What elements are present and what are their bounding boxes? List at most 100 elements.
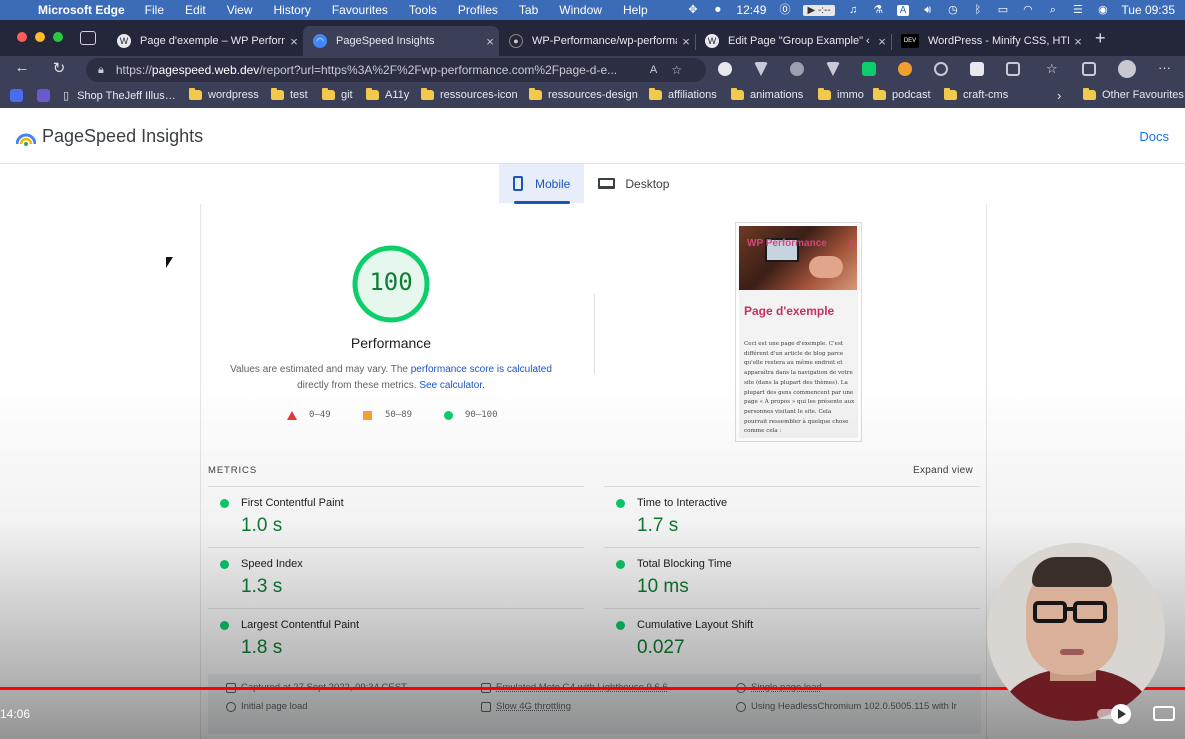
- play-button[interactable]: [1111, 704, 1131, 724]
- presenter-hair: [1032, 557, 1112, 587]
- chevron-right-icon[interactable]: ›: [1057, 88, 1061, 103]
- menubar-clock[interactable]: 12:49: [736, 3, 766, 17]
- collections-icon[interactable]: [1082, 62, 1096, 76]
- bookmark-other-favourites[interactable]: Other Favourites: [1083, 88, 1184, 101]
- extension-react-icon[interactable]: [934, 62, 948, 76]
- bluetooth-icon[interactable]: ᛒ: [971, 4, 984, 16]
- extension-pagespeed-icon[interactable]: [718, 62, 732, 76]
- wifi-icon[interactable]: ◠: [1021, 4, 1034, 16]
- favourites-icon[interactable]: ☆: [1046, 62, 1060, 76]
- close-tab-icon[interactable]: ×: [873, 34, 891, 49]
- status-icon[interactable]: ✥: [686, 4, 699, 16]
- tab-github-wp-performance[interactable]: ● WP-Performance/wp-performa… ×: [499, 26, 695, 56]
- menu-favourites[interactable]: Favourites: [332, 3, 388, 17]
- record-icon[interactable]: ⏺: [711, 4, 724, 16]
- menu-view[interactable]: View: [227, 3, 253, 17]
- flask-icon[interactable]: ⚗: [872, 4, 885, 16]
- bookmark-folder-immo[interactable]: immo: [818, 88, 864, 101]
- extension-cat-icon[interactable]: [898, 62, 912, 76]
- bookmark-folder-podcast[interactable]: podcast: [873, 88, 931, 101]
- search-icon[interactable]: ⌕: [1046, 4, 1059, 16]
- bookmark-shop[interactable]: ▯ Shop TheJeff Illus…: [63, 89, 176, 103]
- bookmark-folder-test[interactable]: test: [271, 88, 308, 101]
- pass-circle-icon: [220, 560, 229, 569]
- time-machine-icon[interactable]: ◷: [946, 4, 959, 16]
- extension-vue-devtools-icon[interactable]: [826, 62, 840, 76]
- extension-fox-icon[interactable]: [790, 62, 804, 76]
- final-screenshot[interactable]: WP Performance ≡ Page d'exemple Ceci est…: [735, 222, 862, 442]
- extension-vue-icon[interactable]: [754, 62, 768, 76]
- close-tab-icon[interactable]: ×: [1069, 34, 1087, 49]
- menu-tools[interactable]: Tools: [409, 3, 437, 17]
- tab-dev-minify[interactable]: DEV WordPress - Minify CSS, HTML… ×: [891, 26, 1087, 56]
- lock-icon[interactable]: 🔒︎: [98, 64, 104, 77]
- bookmark-label: A11y: [385, 89, 410, 101]
- bookmark-folder-craft-cms[interactable]: craft-cms: [944, 88, 1008, 101]
- bookmark-folder-animations[interactable]: animations: [731, 88, 803, 101]
- tab-actions-icon[interactable]: [80, 31, 96, 45]
- zoom-window-button[interactable]: [53, 32, 63, 42]
- performance-score-link[interactable]: performance score is calculated: [411, 364, 552, 375]
- bookmark-folder-ressources-icon[interactable]: ressources-icon: [421, 88, 518, 101]
- folder-icon: [818, 88, 831, 100]
- performance-score: 100: [369, 268, 413, 296]
- menu-profiles[interactable]: Profiles: [458, 3, 498, 17]
- music-icon[interactable]: ♫: [847, 4, 860, 16]
- tab-pagespeed-insights[interactable]: ◠ PageSpeed Insights ×: [303, 26, 499, 56]
- captions-icon[interactable]: [1153, 706, 1175, 721]
- metric-name: Time to Interactive: [637, 497, 728, 509]
- bookmark-app-1[interactable]: [10, 89, 23, 102]
- menu-tab[interactable]: Tab: [519, 3, 538, 17]
- app-name-menu[interactable]: Microsoft Edge: [38, 3, 125, 17]
- bookmark-app-2[interactable]: [37, 89, 50, 102]
- menu-edit[interactable]: Edit: [185, 3, 206, 17]
- close-tab-icon[interactable]: ×: [285, 34, 303, 49]
- tab-edit-page[interactable]: W Edit Page "Group Example" ‹ n… ×: [695, 26, 891, 56]
- docs-link[interactable]: Docs: [1139, 129, 1169, 144]
- media-time[interactable]: ▶ -:--: [803, 4, 835, 16]
- close-tab-icon[interactable]: ×: [677, 34, 695, 49]
- minimize-window-button[interactable]: [35, 32, 45, 42]
- new-tab-icon[interactable]: +: [1095, 28, 1106, 49]
- tab-mobile[interactable]: Mobile: [499, 164, 585, 204]
- bookmark-folder-a11y[interactable]: A11y: [366, 88, 410, 101]
- input-source[interactable]: A: [896, 4, 910, 16]
- runtime-settings: Captured at 27 Sept 2022, 09:34 CEST Emu…: [208, 674, 981, 734]
- profile-avatar[interactable]: [1118, 60, 1136, 78]
- menu-history[interactable]: History: [274, 3, 311, 17]
- more-menu-icon[interactable]: ···: [1158, 61, 1172, 76]
- bookmark-label: git: [341, 89, 353, 101]
- bookmark-folder-wordpress[interactable]: wordpress: [189, 88, 259, 101]
- vpn-icon[interactable]: ⓪: [778, 4, 791, 16]
- close-tab-icon[interactable]: ×: [481, 34, 499, 49]
- bookmark-folder-ressources-design[interactable]: ressources-design: [529, 88, 638, 101]
- extension-color-icon[interactable]: [970, 62, 984, 76]
- page-title[interactable]: PageSpeed Insights: [42, 126, 203, 147]
- extension-green-icon[interactable]: [862, 62, 876, 76]
- close-window-button[interactable]: [17, 32, 27, 42]
- address-bar[interactable]: 🔒︎ https://pagespeed.web.dev/report?url=…: [86, 58, 706, 82]
- menubar-datetime[interactable]: Tue 09:35: [1121, 3, 1175, 17]
- menu-window[interactable]: Window: [559, 3, 602, 17]
- bookmark-folder-git[interactable]: git: [322, 88, 353, 101]
- battery-icon[interactable]: ▭: [996, 4, 1009, 16]
- menu-file[interactable]: File: [145, 3, 164, 17]
- extensions-puzzle-icon[interactable]: [1006, 62, 1020, 76]
- macos-menu-bar: Microsoft Edge File Edit View History Fa…: [0, 0, 1185, 20]
- expand-view-button[interactable]: Expand view: [913, 465, 973, 476]
- tab-desktop[interactable]: Desktop: [584, 164, 683, 203]
- control-center-icon[interactable]: ☰: [1071, 4, 1084, 16]
- pagespeed-logo-icon[interactable]: [16, 128, 36, 146]
- add-favourite-icon[interactable]: ☆: [671, 63, 682, 77]
- refresh-icon[interactable]: ↻: [48, 59, 70, 77]
- tab-page-exemple[interactable]: W Page d'exemple – WP Perform… ×: [107, 26, 303, 56]
- see-calculator-link[interactable]: See calculator.: [419, 380, 485, 391]
- back-icon[interactable]: ←: [11, 59, 33, 76]
- bookmark-folder-affiliations[interactable]: affiliations: [649, 88, 717, 101]
- metric-first-contentful-paint: First Contentful Paint 1.0 s: [208, 486, 584, 547]
- bookmark-label: affiliations: [668, 89, 717, 101]
- menu-help[interactable]: Help: [623, 3, 648, 17]
- volume-icon[interactable]: 🔊︎: [921, 4, 934, 16]
- read-aloud-icon[interactable]: A: [650, 64, 657, 76]
- siri-icon[interactable]: ◉: [1096, 4, 1109, 16]
